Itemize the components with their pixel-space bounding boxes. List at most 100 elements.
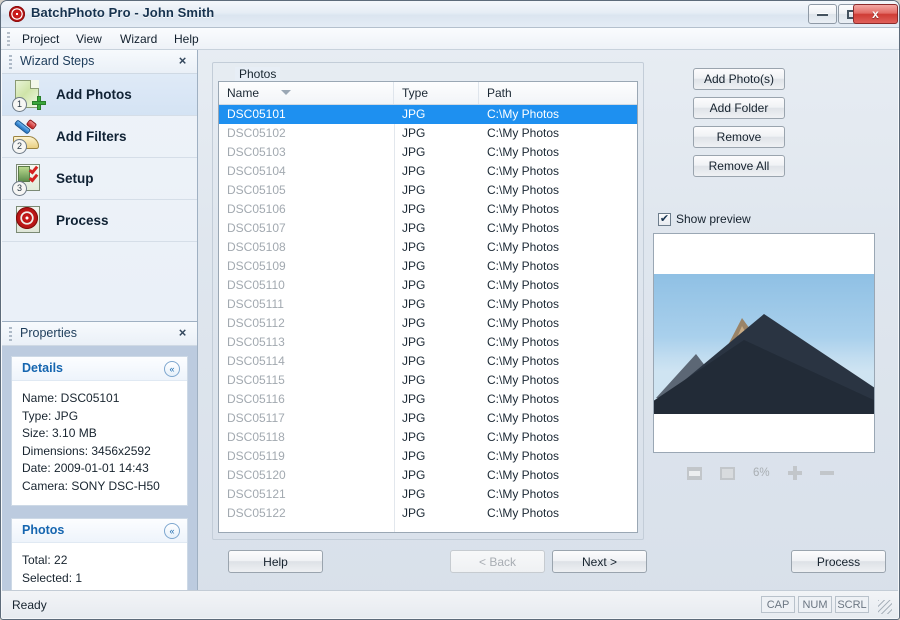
cell-name: DSC05108 xyxy=(227,240,286,254)
cell-type: JPG xyxy=(402,278,426,292)
photos-list[interactable]: Name Type Path DSC05101 JPG C:\My Photos DS… xyxy=(218,81,638,533)
zoom-out-icon[interactable] xyxy=(819,466,834,480)
menu-item-project[interactable]: Project xyxy=(15,31,66,48)
table-row[interactable]: DSC05105 JPG C:\My Photos xyxy=(219,181,637,200)
sidebar-item-setup[interactable]: 3 Setup xyxy=(2,158,197,200)
table-row[interactable]: DSC05101 JPG C:\My Photos xyxy=(219,105,637,124)
table-row[interactable]: DSC05120 JPG C:\My Photos xyxy=(219,466,637,485)
pane-drag-grip[interactable] xyxy=(9,327,12,341)
menu-item-help[interactable]: Help xyxy=(167,31,206,48)
cell-name: DSC05118 xyxy=(227,430,285,444)
table-row[interactable]: DSC05104 JPG C:\My Photos xyxy=(219,162,637,181)
cell-path: C:\My Photos xyxy=(487,373,560,387)
pane-drag-grip[interactable] xyxy=(9,55,12,69)
fit-page-icon[interactable] xyxy=(720,466,735,480)
cell-type: JPG xyxy=(402,183,426,197)
photos-card-header: Photos « xyxy=(12,519,187,543)
table-row[interactable]: DSC05111 JPG C:\My Photos xyxy=(219,295,637,314)
table-row[interactable]: DSC05119 JPG C:\My Photos xyxy=(219,447,637,466)
add-folder-button[interactable]: Add Folder xyxy=(693,97,785,119)
cell-type: JPG xyxy=(402,126,426,140)
detail-name: Name: DSC05101 xyxy=(22,391,120,405)
fit-width-icon[interactable] xyxy=(687,466,702,480)
cell-path: C:\My Photos xyxy=(487,126,560,140)
cell-name: DSC05103 xyxy=(227,145,286,159)
cell-type: JPG xyxy=(402,354,426,368)
resize-grip-icon[interactable] xyxy=(878,600,892,614)
sidebar-item-process[interactable]: Process xyxy=(2,200,197,242)
cell-name: DSC05114 xyxy=(227,354,285,368)
detail-date: Date: 2009-01-01 14:43 xyxy=(22,461,149,475)
minimize-button[interactable] xyxy=(808,4,837,24)
table-row[interactable]: DSC05110 JPG C:\My Photos xyxy=(219,276,637,295)
cell-path: C:\My Photos xyxy=(487,354,560,368)
table-row[interactable]: DSC05117 JPG C:\My Photos xyxy=(219,409,637,428)
properties-pane-close-icon[interactable]: × xyxy=(175,325,190,340)
cell-name: DSC05110 xyxy=(227,278,285,292)
cell-path: C:\My Photos xyxy=(487,183,560,197)
column-header-name-label: Name xyxy=(227,86,260,100)
preview-panel xyxy=(653,233,875,453)
menu-item-view[interactable]: View xyxy=(69,31,109,48)
menu-drag-grip[interactable] xyxy=(7,32,10,46)
wizard-pane-close-icon[interactable]: × xyxy=(175,53,190,68)
preview-image xyxy=(654,274,874,414)
table-row[interactable]: DSC05107 JPG C:\My Photos xyxy=(219,219,637,238)
photos-card: Photos « Total: 22 Selected: 1 xyxy=(11,518,188,598)
cell-path: C:\My Photos xyxy=(487,430,560,444)
spiral-logo-icon xyxy=(9,6,25,22)
back-button[interactable]: < Back xyxy=(450,550,545,573)
table-row[interactable]: DSC05109 JPG C:\My Photos xyxy=(219,257,637,276)
menu-item-wizard[interactable]: Wizard xyxy=(113,31,164,48)
properties-pane-header: Properties × xyxy=(2,322,197,346)
properties-body: Details « Name: DSC05101 Type: JPG Size:… xyxy=(2,346,197,598)
sidebar-item-label: Process xyxy=(56,213,109,228)
show-preview-checkbox[interactable]: ✔ xyxy=(658,212,671,226)
table-row[interactable]: DSC05106 JPG C:\My Photos xyxy=(219,200,637,219)
process-button[interactable]: Process xyxy=(791,550,886,573)
right-action-panel: Add Photo(s) Add Folder Remove Remove Al… xyxy=(653,62,888,529)
chevron-up-icon[interactable]: « xyxy=(164,523,180,539)
close-button[interactable]: x xyxy=(853,4,898,24)
properties-pane: Properties × Details « Name: DSC05101 Ty… xyxy=(2,321,197,598)
table-row[interactable]: DSC05116 JPG C:\My Photos xyxy=(219,390,637,409)
sidebar-item-add-photos[interactable]: 1 Add Photos xyxy=(2,74,197,116)
cell-type: JPG xyxy=(402,107,426,121)
cell-name: DSC05115 xyxy=(227,373,285,387)
table-row[interactable]: DSC05112 JPG C:\My Photos xyxy=(219,314,637,333)
add-photos-icon: 1 xyxy=(12,78,46,112)
help-button[interactable]: Help xyxy=(228,550,323,573)
column-header-name[interactable]: Name xyxy=(219,82,394,104)
table-row[interactable]: DSC05122 JPG C:\My Photos xyxy=(219,504,637,523)
table-row[interactable]: DSC05121 JPG C:\My Photos xyxy=(219,485,637,504)
cell-path: C:\My Photos xyxy=(487,468,560,482)
photos-group-box: Photos Name Type Path DSC05101 JPG C:\My P… xyxy=(212,62,644,540)
cell-type: JPG xyxy=(402,316,426,330)
cell-path: C:\My Photos xyxy=(487,202,560,216)
remove-all-button[interactable]: Remove All xyxy=(693,155,785,177)
wizard-pane-title: Wizard Steps xyxy=(20,54,95,68)
column-header-type[interactable]: Type xyxy=(394,82,479,104)
cell-path: C:\My Photos xyxy=(487,278,560,292)
column-header-path[interactable]: Path xyxy=(479,82,637,104)
zoom-in-icon[interactable] xyxy=(787,466,802,480)
table-row[interactable]: DSC05108 JPG C:\My Photos xyxy=(219,238,637,257)
chevron-up-icon[interactable]: « xyxy=(164,361,180,377)
table-row[interactable]: DSC05103 JPG C:\My Photos xyxy=(219,143,637,162)
table-row[interactable]: DSC05102 JPG C:\My Photos xyxy=(219,124,637,143)
cell-name: DSC05109 xyxy=(227,259,286,273)
next-button[interactable]: Next > xyxy=(552,550,647,573)
show-preview-checkbox-row[interactable]: ✔ Show preview xyxy=(658,212,751,226)
cell-path: C:\My Photos xyxy=(487,316,560,330)
cell-path: C:\My Photos xyxy=(487,107,560,121)
table-row[interactable]: DSC05118 JPG C:\My Photos xyxy=(219,428,637,447)
table-row[interactable]: DSC05114 JPG C:\My Photos xyxy=(219,352,637,371)
remove-button[interactable]: Remove xyxy=(693,126,785,148)
cell-name: DSC05101 xyxy=(227,107,286,121)
table-row[interactable]: DSC05113 JPG C:\My Photos xyxy=(219,333,637,352)
add-photos-button[interactable]: Add Photo(s) xyxy=(693,68,785,90)
cell-type: JPG xyxy=(402,259,426,273)
sidebar-item-add-filters[interactable]: 2 Add Filters xyxy=(2,116,197,158)
table-row[interactable]: DSC05115 JPG C:\My Photos xyxy=(219,371,637,390)
details-card-body: Name: DSC05101 Type: JPG Size: 3.10 MB D… xyxy=(12,381,187,505)
